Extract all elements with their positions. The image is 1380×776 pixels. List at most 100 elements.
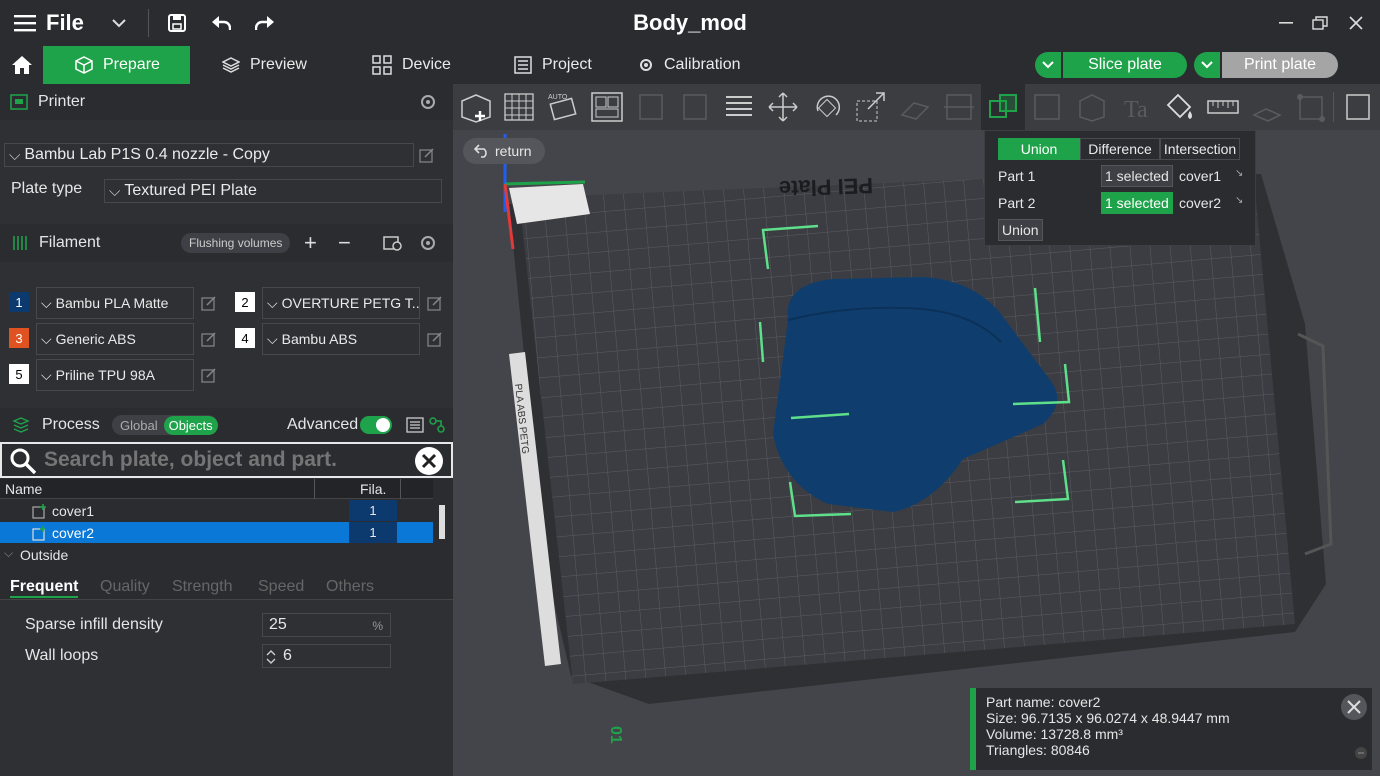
printer-preset-select[interactable]: ⌵ Bambu Lab P1S 0.4 nozzle - Copy <box>4 143 414 167</box>
table-row[interactable]: cover2 1 <box>0 522 433 543</box>
filament-4-swatch[interactable]: 4 <box>235 328 255 348</box>
row-fila[interactable]: 1 <box>349 522 397 543</box>
restore-icon[interactable] <box>1302 0 1338 46</box>
scale-icon[interactable] <box>849 84 893 130</box>
add-filament-icon[interactable]: + <box>304 230 317 256</box>
print-plate-button[interactable]: Print plate <box>1222 52 1338 78</box>
support-paint-icon[interactable] <box>1025 84 1069 130</box>
tab-calibration[interactable]: Calibration <box>620 46 770 84</box>
undo-icon[interactable] <box>201 0 241 46</box>
gear-icon[interactable] <box>418 233 438 253</box>
tab-project[interactable]: Project <box>486 46 620 84</box>
filament-1-select[interactable]: ⌵ Bambu PLA Matte <box>36 287 194 319</box>
plate-type-select[interactable]: ⌵ Textured PEI Plate <box>104 179 442 203</box>
brim-ears-icon[interactable] <box>1289 84 1333 130</box>
sync-icon[interactable] <box>383 234 403 252</box>
save-icon[interactable] <box>157 0 197 46</box>
part2-select-button[interactable]: 1 selected <box>1101 192 1173 214</box>
filament-5-swatch[interactable]: 5 <box>9 364 29 384</box>
boolean-icon[interactable] <box>981 84 1025 130</box>
view-icon[interactable] <box>1334 84 1378 130</box>
filament-3-select[interactable]: ⌵ Generic ABS <box>36 323 194 355</box>
arrow-icon[interactable]: ↘ <box>1235 168 1243 179</box>
scrollbar[interactable] <box>439 505 445 539</box>
slice-plate-button[interactable]: Slice plate <box>1063 52 1187 78</box>
subtab-quality[interactable]: Quality <box>100 578 150 596</box>
group-row[interactable]: ⌵ Outside <box>0 544 433 565</box>
objects-label[interactable]: Objects <box>163 415 218 435</box>
move-icon[interactable] <box>761 84 805 130</box>
compare-icon[interactable] <box>429 417 445 433</box>
filament-2-swatch[interactable]: 2 <box>235 292 255 312</box>
assembly-icon[interactable] <box>1245 84 1289 130</box>
column-name-header[interactable]: Name <box>5 481 42 497</box>
edit-icon[interactable] <box>427 295 443 311</box>
chevron-down-icon[interactable] <box>104 0 134 46</box>
edit-icon[interactable] <box>201 367 217 383</box>
hamburger-icon[interactable] <box>10 0 40 46</box>
table-row[interactable]: cover1 1 <box>0 500 433 521</box>
filament-5-select[interactable]: ⌵ Priline TPU 98A <box>36 359 194 391</box>
lay-on-face-icon[interactable] <box>893 84 937 130</box>
global-label[interactable]: Global <box>120 418 158 433</box>
gear-icon[interactable] <box>418 92 438 112</box>
cut-icon[interactable] <box>937 84 981 130</box>
global-objects-toggle[interactable]: Global Objects <box>112 415 218 435</box>
list-icon[interactable] <box>406 417 424 433</box>
boolean-tab-union[interactable]: Union <box>998 138 1080 160</box>
chevron-down-icon[interactable] <box>1035 52 1061 78</box>
edit-icon[interactable] <box>427 331 443 347</box>
redo-icon[interactable] <box>245 0 285 46</box>
minimize-icon[interactable] <box>1268 0 1304 46</box>
add-object-icon[interactable] <box>453 84 497 130</box>
stepper-icon[interactable] <box>266 648 276 666</box>
close-icon[interactable] <box>1340 693 1368 721</box>
sparse-infill-input[interactable]: 25 % <box>262 613 391 637</box>
tab-preview[interactable]: Preview <box>190 46 340 84</box>
clear-search-icon[interactable] <box>414 446 444 476</box>
tab-device[interactable]: Device <box>340 46 486 84</box>
collapse-icon[interactable] <box>1354 746 1368 760</box>
add-plate-icon[interactable] <box>497 84 541 130</box>
rotate-icon[interactable] <box>805 84 849 130</box>
subtab-others[interactable]: Others <box>326 578 374 596</box>
filament-1-swatch[interactable]: 1 <box>9 292 29 312</box>
advanced-toggle[interactable] <box>360 416 392 434</box>
chevron-down-icon[interactable] <box>1194 52 1220 78</box>
tab-prepare[interactable]: Prepare <box>43 46 190 84</box>
filament-4-select[interactable]: ⌵ Bambu ABS <box>262 323 420 355</box>
subtab-strength[interactable]: Strength <box>172 578 232 596</box>
text-icon[interactable]: Ta <box>1113 84 1157 130</box>
search-input[interactable] <box>44 447 404 473</box>
filament-2-select[interactable]: ⌵ OVERTURE PETG T... <box>262 287 420 319</box>
flushing-volumes-button[interactable]: Flushing volumes <box>181 233 291 253</box>
return-button[interactable]: return <box>463 138 545 164</box>
boolean-tab-intersection[interactable]: Intersection <box>1160 138 1240 160</box>
column-fila-header[interactable]: Fila. <box>360 481 386 497</box>
union-action-button[interactable]: Union <box>998 219 1043 241</box>
measure-icon[interactable] <box>1201 84 1245 130</box>
chevron-down-icon[interactable]: ⌵ <box>4 546 13 561</box>
home-icon[interactable] <box>0 46 43 84</box>
arrow-icon[interactable]: ↘ <box>1235 195 1243 206</box>
boolean-tab-difference[interactable]: Difference <box>1080 138 1160 160</box>
part1-select-button[interactable]: 1 selected <box>1101 165 1173 187</box>
split-objects-icon[interactable] <box>629 84 673 130</box>
layers-edit-icon[interactable] <box>717 84 761 130</box>
auto-orient-icon[interactable]: AUTO <box>541 84 585 130</box>
filament-3-swatch[interactable]: 3 <box>9 328 29 348</box>
edit-icon[interactable] <box>201 331 217 347</box>
subtab-speed[interactable]: Speed <box>258 578 304 596</box>
split-parts-icon[interactable] <box>673 84 717 130</box>
subtab-frequent[interactable]: Frequent <box>10 578 79 598</box>
seam-paint-icon[interactable] <box>1069 84 1113 130</box>
file-menu[interactable]: File <box>46 10 84 36</box>
remove-filament-icon[interactable]: − <box>338 230 351 256</box>
wall-loops-stepper[interactable]: 6 <box>262 644 391 668</box>
color-paint-icon[interactable] <box>1157 84 1201 130</box>
edit-icon[interactable] <box>201 295 217 311</box>
edit-icon[interactable] <box>419 147 435 163</box>
arrange-icon[interactable] <box>585 84 629 130</box>
close-icon[interactable] <box>1338 0 1374 46</box>
row-fila[interactable]: 1 <box>349 500 397 521</box>
